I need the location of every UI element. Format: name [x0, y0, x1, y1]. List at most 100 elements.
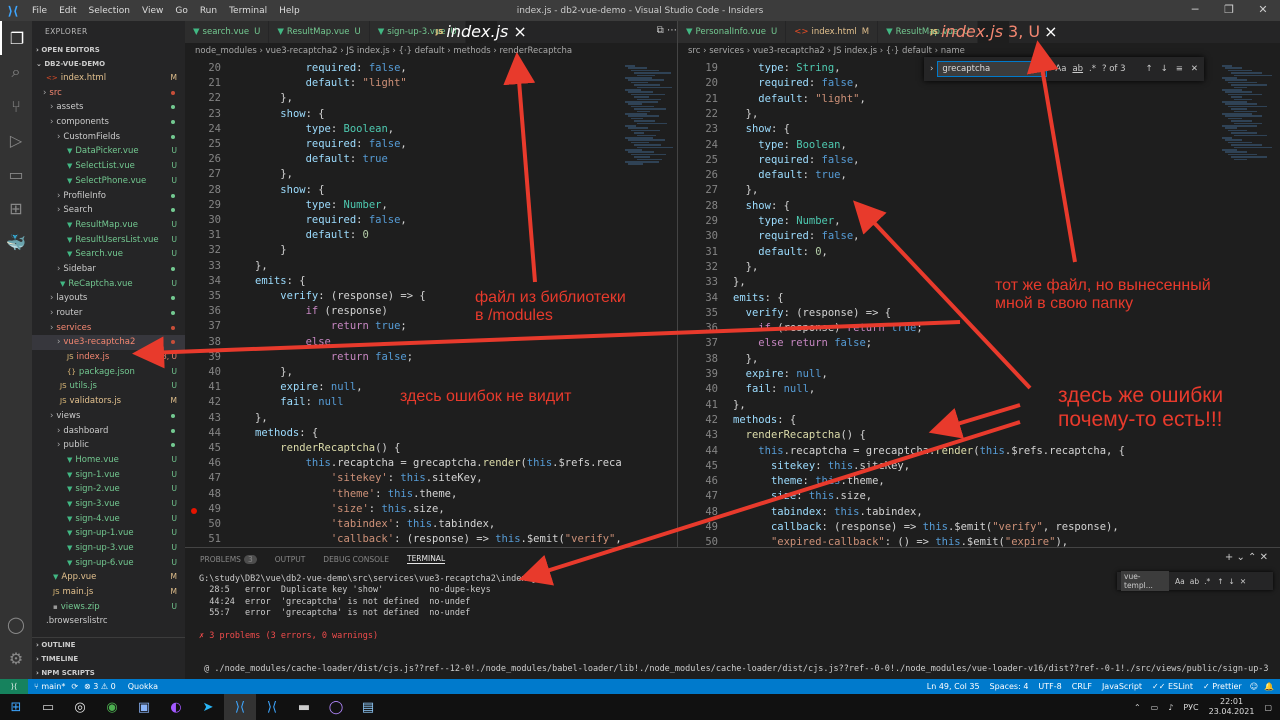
encoding-status[interactable]: UTF-8	[1038, 682, 1061, 691]
close-tab-icon[interactable]: ×	[1044, 21, 1057, 43]
code-line[interactable]: else return false;	[733, 337, 872, 349]
floppy-icon[interactable]: ▣	[128, 694, 160, 720]
code-line[interactable]: default: 0,	[733, 246, 828, 258]
branch-status[interactable]: ⑂ main*	[34, 682, 65, 691]
tree-item[interactable]: ▼ sign-4.vue U	[32, 512, 185, 527]
tree-item[interactable]: ▼ sign-1.vue U	[32, 468, 185, 483]
code-line[interactable]: verify: (response) => {	[733, 307, 891, 319]
remote-explorer-icon[interactable]: ▭	[0, 157, 32, 191]
find-in-selection-icon[interactable]: ≡	[1176, 64, 1183, 74]
network-icon[interactable]: ▭	[1151, 703, 1159, 712]
panel-tab-output[interactable]: OUTPUT	[275, 555, 306, 564]
code-line[interactable]: required: false,	[255, 214, 407, 226]
code-line[interactable]: 'callback': (response) => this.$emit("ve…	[255, 533, 621, 545]
code-line[interactable]: size: this.size,	[733, 490, 872, 502]
code-line[interactable]: },	[733, 108, 759, 120]
previous-match-icon[interactable]: ↑	[1146, 64, 1153, 74]
close-panel-icon[interactable]: ✕	[1260, 552, 1268, 563]
code-line[interactable]: fail: null,	[733, 383, 816, 395]
maximize-icon[interactable]: ❐	[1212, 0, 1246, 21]
tree-item[interactable]: JS main.js M	[32, 585, 185, 600]
timeline-section[interactable]: › TIMELINE	[32, 652, 185, 666]
prettier-status[interactable]: ✓ Prettier	[1203, 682, 1242, 691]
panel-tab-debug-console[interactable]: DEBUG CONSOLE	[323, 555, 389, 564]
feedback-icon[interactable]: ☺	[1250, 682, 1258, 691]
code-line[interactable]: 'sitekey': this.siteKey,	[255, 472, 483, 484]
clock[interactable]: 22:01 23.04.2021	[1209, 697, 1255, 717]
tree-item[interactable]: ▼ App.vue M	[32, 570, 185, 585]
next-match-icon[interactable]: ↓	[1161, 64, 1168, 74]
code-line[interactable]: required: false,	[733, 77, 859, 89]
code-line[interactable]: verify: (response) => {	[255, 290, 425, 302]
code-line[interactable]: "expired-callback": () => this.$emit("ex…	[733, 536, 1068, 547]
menu-terminal[interactable]: Terminal	[223, 6, 273, 16]
code-line[interactable]: type: Number,	[255, 199, 388, 211]
maximize-panel-icon[interactable]: ⌃	[1248, 552, 1256, 563]
browser-taskbar-icon[interactable]: ◯	[320, 694, 352, 720]
tree-item[interactable]: JS utils.js U	[32, 379, 185, 394]
code-line[interactable]: emits: {	[733, 292, 784, 304]
code-line[interactable]: if (response)	[255, 305, 388, 317]
panel-tab-terminal[interactable]: TERMINAL	[406, 554, 446, 564]
terminal-output[interactable]: G:\study\DB2\vue\db2-vue-demo\src\servic…	[199, 574, 1269, 678]
tree-item[interactable]: › public	[32, 438, 185, 453]
open-editors-section[interactable]: › OPEN EDITORS	[32, 43, 185, 57]
more-actions-icon[interactable]: ⋯	[667, 25, 677, 36]
editor-tab[interactable]: JS index.js ×	[436, 21, 527, 43]
extensions-icon[interactable]: ⊞	[0, 191, 32, 225]
tree-item[interactable]: › CustomFields	[32, 130, 185, 145]
tree-item[interactable]: ▪ views.zip U	[32, 600, 185, 615]
code-line[interactable]: return false;	[255, 351, 413, 363]
tree-item[interactable]: ▼ sign-up-6.vue U	[32, 556, 185, 571]
code-line[interactable]: type: Boolean,	[255, 123, 395, 135]
search-icon[interactable]: ⌕	[0, 55, 32, 89]
code-line[interactable]: type: Number,	[733, 215, 840, 227]
language-indicator[interactable]: РУС	[1183, 703, 1198, 712]
chrome-icon[interactable]: ◉	[96, 694, 128, 720]
regex-icon[interactable]: .*	[1089, 64, 1096, 74]
menu-go[interactable]: Go	[169, 6, 193, 16]
tree-item[interactable]: ▼ sign-2.vue U	[32, 482, 185, 497]
notifications-icon[interactable]: 🔔	[1264, 682, 1274, 691]
editor-tab[interactable]: ▼ search.vue U	[185, 21, 270, 43]
app-icon[interactable]: ◐	[160, 694, 192, 720]
code-line[interactable]: 'size': this.size,	[255, 503, 445, 515]
code-line[interactable]: methods: {	[733, 414, 796, 426]
minimize-icon[interactable]: ─	[1178, 0, 1212, 21]
docker-icon[interactable]: 🐳	[0, 225, 32, 259]
tree-item[interactable]: ▼ Search.vue U	[32, 247, 185, 262]
tree-item[interactable]: › Sidebar	[32, 262, 185, 277]
tray-chevron-icon[interactable]: ⌃	[1134, 703, 1141, 712]
right-minimap[interactable]	[1218, 59, 1280, 547]
breakpoint-icon[interactable]	[191, 507, 197, 514]
code-line[interactable]: },	[255, 260, 268, 272]
code-line[interactable]: theme: this.theme,	[733, 475, 885, 487]
split-editor-icon[interactable]: ⧉	[657, 25, 664, 36]
code-line[interactable]: this.recaptcha = grecaptcha.render(this.…	[733, 445, 1125, 457]
problems-status[interactable]: ⊗ 3 ⚠ 0	[84, 682, 116, 691]
code-line[interactable]: show: {	[255, 108, 324, 120]
tree-item[interactable]: {} package.json U	[32, 365, 185, 380]
tree-item[interactable]: › components	[32, 115, 185, 130]
run-debug-icon[interactable]: ▷	[0, 123, 32, 157]
close-find-icon[interactable]: ✕	[1191, 64, 1198, 74]
npm-scripts-section[interactable]: › NPM SCRIPTS	[32, 666, 185, 680]
tree-item[interactable]: JS index.js 3, U	[32, 350, 185, 365]
close-window-icon[interactable]: ✕	[1246, 0, 1280, 21]
tree-item[interactable]: › ProfileInfo	[32, 189, 185, 204]
code-line[interactable]: },	[255, 366, 293, 378]
editor-tab[interactable]: <> index.html M	[786, 21, 879, 43]
menu-run[interactable]: Run	[194, 6, 223, 16]
menu-selection[interactable]: Selection	[83, 6, 136, 16]
eol-status[interactable]: CRLF	[1072, 682, 1092, 691]
code-line[interactable]: if (response) return true;	[733, 322, 922, 334]
code-line[interactable]: },	[255, 168, 293, 180]
code-line[interactable]: 'theme': this.theme,	[255, 488, 457, 500]
tree-item[interactable]: › services	[32, 321, 185, 336]
code-line[interactable]: },	[733, 276, 746, 288]
code-line[interactable]: 'tabindex': this.tabindex,	[255, 518, 495, 530]
tree-item[interactable]: ▼ sign-up-1.vue U	[32, 526, 185, 541]
tree-item[interactable]: ▼ sign-3.vue U	[32, 497, 185, 512]
language-mode[interactable]: JavaScript	[1102, 682, 1142, 691]
tree-item[interactable]: .browserslistrc	[32, 614, 185, 629]
